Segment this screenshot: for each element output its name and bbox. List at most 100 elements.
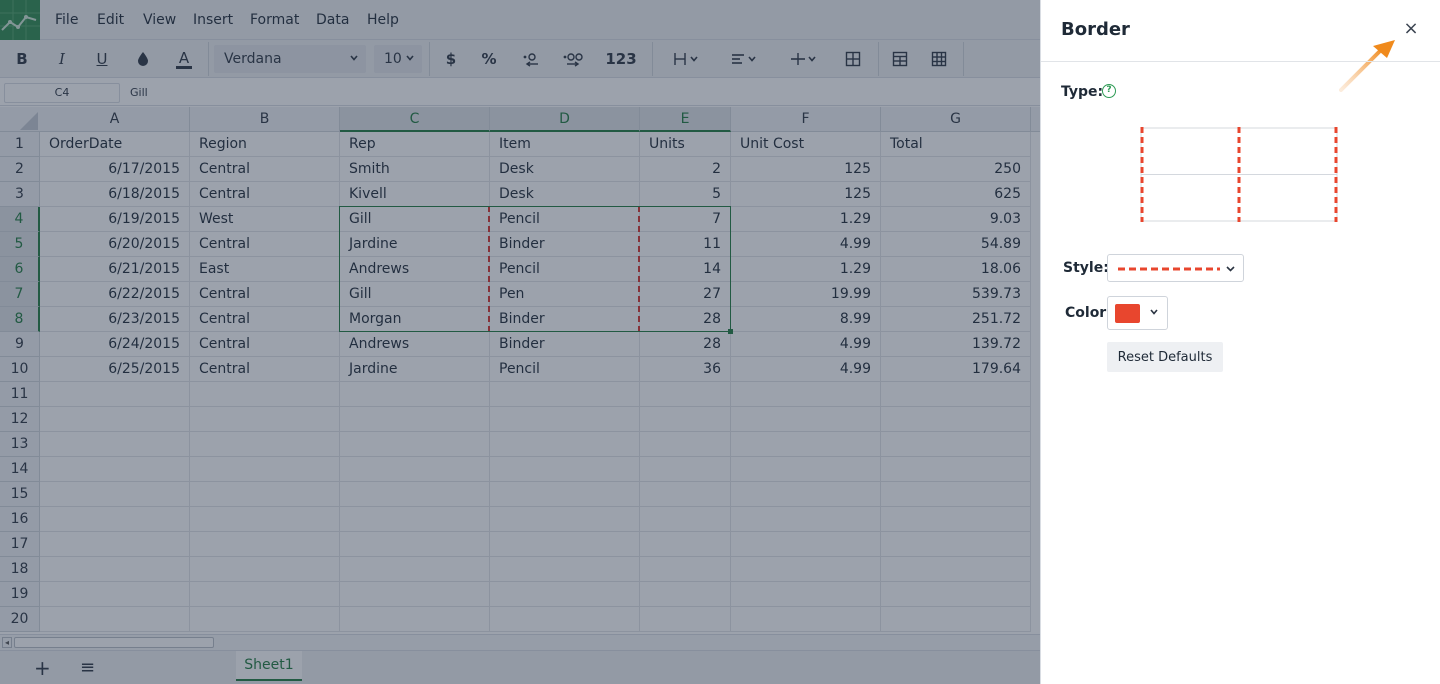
cell-g20[interactable] <box>881 607 1031 632</box>
cell-g19[interactable] <box>881 582 1031 607</box>
cell-d17[interactable] <box>490 532 640 557</box>
row-header-18[interactable]: 18 <box>0 557 40 582</box>
align-button[interactable] <box>724 47 764 71</box>
menu-view[interactable]: View <box>143 12 176 28</box>
cell-g8[interactable]: 251.72 <box>881 307 1031 332</box>
cell-b2[interactable]: Central <box>190 157 340 182</box>
cell-d10[interactable]: Pencil <box>490 357 640 382</box>
cell-b20[interactable] <box>190 607 340 632</box>
cell-g5[interactable]: 54.89 <box>881 232 1031 257</box>
cell-f12[interactable] <box>731 407 881 432</box>
help-icon[interactable]: ? <box>1102 84 1116 98</box>
cell-d5[interactable]: Binder <box>490 232 640 257</box>
column-header-b[interactable]: B <box>190 107 340 132</box>
cell-f6[interactable]: 1.29 <box>731 257 881 282</box>
cell-e6[interactable]: 14 <box>640 257 731 282</box>
cell-g17[interactable] <box>881 532 1031 557</box>
cell-c14[interactable] <box>340 457 490 482</box>
row-header-9[interactable]: 9 <box>0 332 40 357</box>
cell-g2[interactable]: 250 <box>881 157 1031 182</box>
row-header-4[interactable]: 4 <box>0 207 40 232</box>
cell-d16[interactable] <box>490 507 640 532</box>
cell-b11[interactable] <box>190 382 340 407</box>
scroll-left-icon[interactable]: ◂ <box>2 637 12 648</box>
row-header-14[interactable]: 14 <box>0 457 40 482</box>
cell-f13[interactable] <box>731 432 881 457</box>
cell-c4[interactable]: Gill <box>340 207 490 232</box>
cell-f3[interactable]: 125 <box>731 182 881 207</box>
cell-c20[interactable] <box>340 607 490 632</box>
cell-d13[interactable] <box>490 432 640 457</box>
menu-file[interactable]: File <box>55 12 78 28</box>
cell-c17[interactable] <box>340 532 490 557</box>
cell-d14[interactable] <box>490 457 640 482</box>
sheet-list-button[interactable]: ≡ <box>80 657 95 678</box>
cell-b5[interactable]: Central <box>190 232 340 257</box>
cell-a6[interactable]: 6/21/2015 <box>40 257 190 282</box>
cell-a7[interactable]: 6/22/2015 <box>40 282 190 307</box>
row-header-17[interactable]: 17 <box>0 532 40 557</box>
column-header-e[interactable]: E <box>640 107 731 132</box>
cell-e12[interactable] <box>640 407 731 432</box>
cell-d6[interactable]: Pencil <box>490 257 640 282</box>
reset-defaults-button[interactable]: Reset Defaults <box>1107 342 1223 372</box>
cell-a4[interactable]: 6/19/2015 <box>40 207 190 232</box>
row-header-15[interactable]: 15 <box>0 482 40 507</box>
cell-e20[interactable] <box>640 607 731 632</box>
cell-c3[interactable]: Kivell <box>340 182 490 207</box>
cell-d1[interactable]: Item <box>490 132 640 157</box>
cell-d19[interactable] <box>490 582 640 607</box>
cell-c2[interactable]: Smith <box>340 157 490 182</box>
cell-a14[interactable] <box>40 457 190 482</box>
cell-e11[interactable] <box>640 382 731 407</box>
row-header-20[interactable]: 20 <box>0 607 40 632</box>
cell-f17[interactable] <box>731 532 881 557</box>
cell-g9[interactable]: 139.72 <box>881 332 1031 357</box>
font-family-select[interactable]: Verdana <box>214 45 366 73</box>
italic-button[interactable]: I <box>50 47 74 71</box>
cell-d9[interactable]: Binder <box>490 332 640 357</box>
cell-f16[interactable] <box>731 507 881 532</box>
cell-e19[interactable] <box>640 582 731 607</box>
cell-d18[interactable] <box>490 557 640 582</box>
sheet-tab[interactable]: Sheet1 <box>236 651 302 681</box>
font-size-select[interactable]: 10 <box>374 45 422 73</box>
cell-b10[interactable]: Central <box>190 357 340 382</box>
cell-f18[interactable] <box>731 557 881 582</box>
cell-e8[interactable]: 28 <box>640 307 731 332</box>
cell-d2[interactable]: Desk <box>490 157 640 182</box>
cell-b17[interactable] <box>190 532 340 557</box>
column-header-g[interactable]: G <box>881 107 1031 132</box>
row-header-19[interactable]: 19 <box>0 582 40 607</box>
row-header-8[interactable]: 8 <box>0 307 40 332</box>
row-header-11[interactable]: 11 <box>0 382 40 407</box>
cell-c10[interactable]: Jardine <box>340 357 490 382</box>
cell-g15[interactable] <box>881 482 1031 507</box>
cell-e10[interactable]: 36 <box>640 357 731 382</box>
column-header-f[interactable]: F <box>731 107 881 132</box>
cell-e18[interactable] <box>640 557 731 582</box>
bold-button[interactable]: B <box>10 47 34 71</box>
cell-a20[interactable] <box>40 607 190 632</box>
cell-g10[interactable]: 179.64 <box>881 357 1031 382</box>
cell-a1[interactable]: OrderDate <box>40 132 190 157</box>
currency-button[interactable]: $ <box>439 47 463 71</box>
fill-color-button[interactable] <box>131 47 155 71</box>
decrease-decimal-button[interactable] <box>519 47 545 71</box>
row-header-12[interactable]: 12 <box>0 407 40 432</box>
cell-c7[interactable]: Gill <box>340 282 490 307</box>
border-type-preview[interactable] <box>1140 127 1338 222</box>
cell-c1[interactable]: Rep <box>340 132 490 157</box>
cell-a19[interactable] <box>40 582 190 607</box>
cell-e2[interactable]: 2 <box>640 157 731 182</box>
row-header-1[interactable]: 1 <box>0 132 40 157</box>
cell-e7[interactable]: 27 <box>640 282 731 307</box>
cell-e1[interactable]: Units <box>640 132 731 157</box>
cell-d4[interactable]: Pencil <box>490 207 640 232</box>
menu-insert[interactable]: Insert <box>193 12 233 28</box>
cell-f4[interactable]: 1.29 <box>731 207 881 232</box>
cell-f10[interactable]: 4.99 <box>731 357 881 382</box>
cell-e13[interactable] <box>640 432 731 457</box>
cell-g11[interactable] <box>881 382 1031 407</box>
row-header-2[interactable]: 2 <box>0 157 40 182</box>
